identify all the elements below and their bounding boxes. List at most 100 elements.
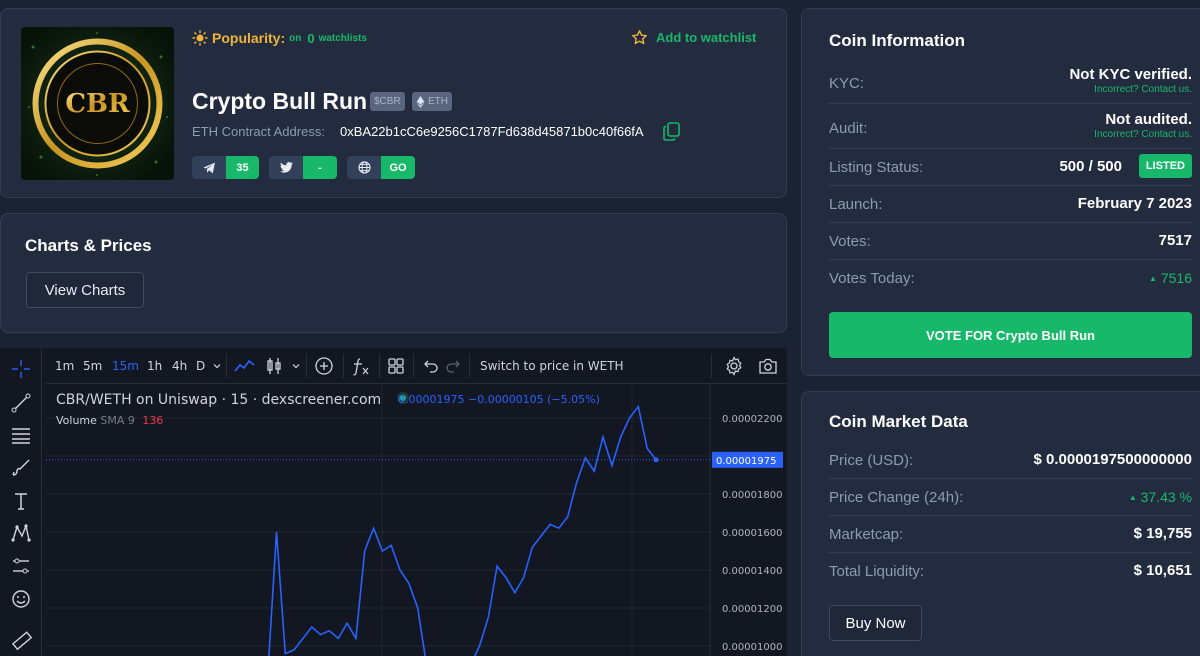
votes-today-value: ▲ 7516 — [1149, 270, 1192, 286]
volume-sma-label: SMA 9 — [100, 414, 135, 427]
price-tick-label: 0.00001800 — [722, 490, 782, 501]
kyc-value: Not KYC verified. — [1069, 66, 1192, 83]
buy-now-button[interactable]: Buy Now — [829, 605, 922, 641]
telegram-icon — [192, 156, 226, 179]
chart-toolbar: 1m 5m 15m 1h 4h D Switch to price in WET… — [46, 348, 787, 384]
price-change-value: ▲ 37.43 % — [1129, 489, 1192, 505]
listed-badge: LISTED — [1138, 154, 1192, 178]
kyc-row: KYC: Not KYC verified. Incorrect? Contac… — [829, 63, 1192, 104]
price-series-line — [268, 404, 657, 656]
text-icon[interactable] — [8, 488, 34, 514]
add-indicator-icon[interactable] — [314, 348, 334, 384]
undo-icon[interactable] — [421, 348, 439, 384]
twitter-icon — [269, 156, 303, 179]
toolbar-divider — [711, 354, 712, 378]
listing-status-value: 500 / 500 — [1059, 158, 1122, 175]
price-chart-widget[interactable]: 1m 5m 15m 1h 4h D Switch to price in WET… — [0, 348, 787, 656]
charts-prices-card: Charts & Prices View Charts — [0, 213, 787, 333]
coin-market-data-card: Coin Market Data Price (USD): $ 0.000019… — [801, 391, 1200, 656]
crosshair-icon[interactable] — [8, 356, 34, 382]
contract-label: ETH Contract Address: — [192, 124, 325, 139]
price-change-label: Price Change (24h): — [829, 489, 964, 506]
listing-status-row: Listing Status: 500 / 500 LISTED — [829, 149, 1192, 186]
coin-logo: CBR — [21, 27, 174, 180]
launch-label: Launch: — [829, 196, 883, 213]
popularity-suffix: watchlists — [318, 32, 367, 44]
interval-d[interactable]: D — [196, 348, 205, 384]
launch-row: Launch: February 7 2023 — [829, 186, 1192, 223]
chart-symbol-legend: CBR/WETH on Uniswap · 15 · dexscreener.c… — [56, 391, 410, 408]
price-change-row: Price Change (24h): ▲ 37.43 % — [829, 479, 1192, 516]
brush-icon[interactable] — [8, 454, 34, 480]
volume-label: Volume — [56, 414, 97, 427]
settings-gear-icon[interactable] — [724, 348, 744, 384]
fib-icon[interactable] — [8, 422, 34, 448]
toolbar-divider — [226, 354, 227, 378]
candles-icon[interactable] — [265, 348, 283, 384]
twitter-link[interactable]: - — [269, 156, 337, 179]
telegram-link[interactable]: 35 — [192, 156, 259, 179]
symbol-tag: $CBR — [370, 92, 405, 111]
ethereum-icon — [416, 95, 425, 108]
chart-price-legend: 0.00001975 −0.00000105 (−5.05%) — [398, 393, 600, 406]
last-price-dot — [653, 457, 659, 463]
toolbar-divider — [379, 354, 380, 378]
symbol-tag-text: $CBR — [374, 96, 401, 107]
audit-value: Not audited. — [1105, 111, 1192, 128]
copy-icon[interactable] — [663, 122, 680, 146]
liquidity-value: $ 10,651 — [1133, 562, 1192, 579]
contract-address[interactable]: 0xBA22b1cC6e9256C1787Fd638d45871b0c40f66… — [340, 124, 644, 139]
vote-button[interactable]: VOTE FOR Crypto Bull Run — [829, 312, 1192, 358]
interval-1h[interactable]: 1h — [147, 348, 162, 384]
kyc-contact-link[interactable]: Incorrect? Contact us. — [1094, 84, 1192, 95]
popularity-on: on — [289, 32, 302, 44]
chart-type-chevron-icon[interactable] — [291, 348, 301, 384]
interval-4h[interactable]: 4h — [172, 348, 187, 384]
website-go: GO — [381, 156, 415, 179]
view-charts-button[interactable]: View Charts — [26, 272, 144, 308]
drawing-toolbar — [0, 348, 42, 656]
interval-dropdown-chevron-icon[interactable] — [212, 348, 222, 384]
symbol-line-text: CBR/WETH on Uniswap · 15 · dexscreener.c… — [56, 392, 382, 408]
interval-1m[interactable]: 1m — [55, 348, 74, 384]
votes-label: Votes: — [829, 233, 871, 250]
screenshot-camera-icon[interactable] — [758, 348, 778, 384]
indicators-fx-icon[interactable] — [351, 348, 371, 384]
toolbar-divider — [469, 354, 470, 378]
price-change-number: 37.43 % — [1140, 489, 1192, 505]
votes-today-number: 7516 — [1160, 270, 1192, 286]
liquidity-label: Total Liquidity: — [829, 563, 925, 580]
votes-row: Votes: 7517 — [829, 223, 1192, 260]
marketcap-value: $ 19,755 — [1133, 525, 1192, 542]
marketcap-row: Marketcap: $ 19,755 — [829, 516, 1192, 553]
audit-label: Audit: — [829, 120, 868, 137]
pattern-icon[interactable] — [8, 520, 34, 546]
ruler-icon[interactable] — [8, 628, 34, 654]
trendline-icon[interactable] — [8, 390, 34, 416]
price-tick-label: 0.00001200 — [722, 604, 782, 615]
emoji-icon[interactable] — [8, 586, 34, 612]
interval-15m[interactable]: 15m — [112, 348, 139, 384]
current-price-label: 0.00001975 — [716, 456, 776, 467]
sun-icon — [192, 30, 208, 46]
redo-icon[interactable] — [445, 348, 463, 384]
measure-icon[interactable] — [8, 553, 34, 579]
votes-today-label: Votes Today: — [829, 270, 915, 287]
popularity-count: 0 — [307, 30, 315, 46]
interval-5m[interactable]: 5m — [83, 348, 102, 384]
switch-price-weth-button[interactable]: Switch to price in WETH — [480, 348, 624, 384]
charts-prices-title: Charts & Prices — [25, 236, 152, 255]
chain-tag: ETH — [412, 92, 452, 111]
website-link[interactable]: GO — [347, 156, 415, 179]
add-to-watchlist-button[interactable]: Add to watchlist — [631, 29, 756, 46]
price-usd-label: Price (USD): — [829, 452, 914, 469]
star-icon — [632, 30, 647, 45]
telegram-count: 35 — [226, 156, 259, 179]
popularity-indicator: Popularity: on 0 watchlists — [192, 30, 367, 46]
layout-grid-icon[interactable] — [387, 348, 405, 384]
popularity-label: Popularity: — [212, 30, 286, 46]
launch-value: February 7 2023 — [1077, 195, 1192, 212]
audit-contact-link[interactable]: Incorrect? Contact us. — [1094, 129, 1192, 140]
up-arrow-icon: ▲ — [1149, 274, 1157, 283]
line-chart-type-icon[interactable] — [234, 348, 256, 384]
